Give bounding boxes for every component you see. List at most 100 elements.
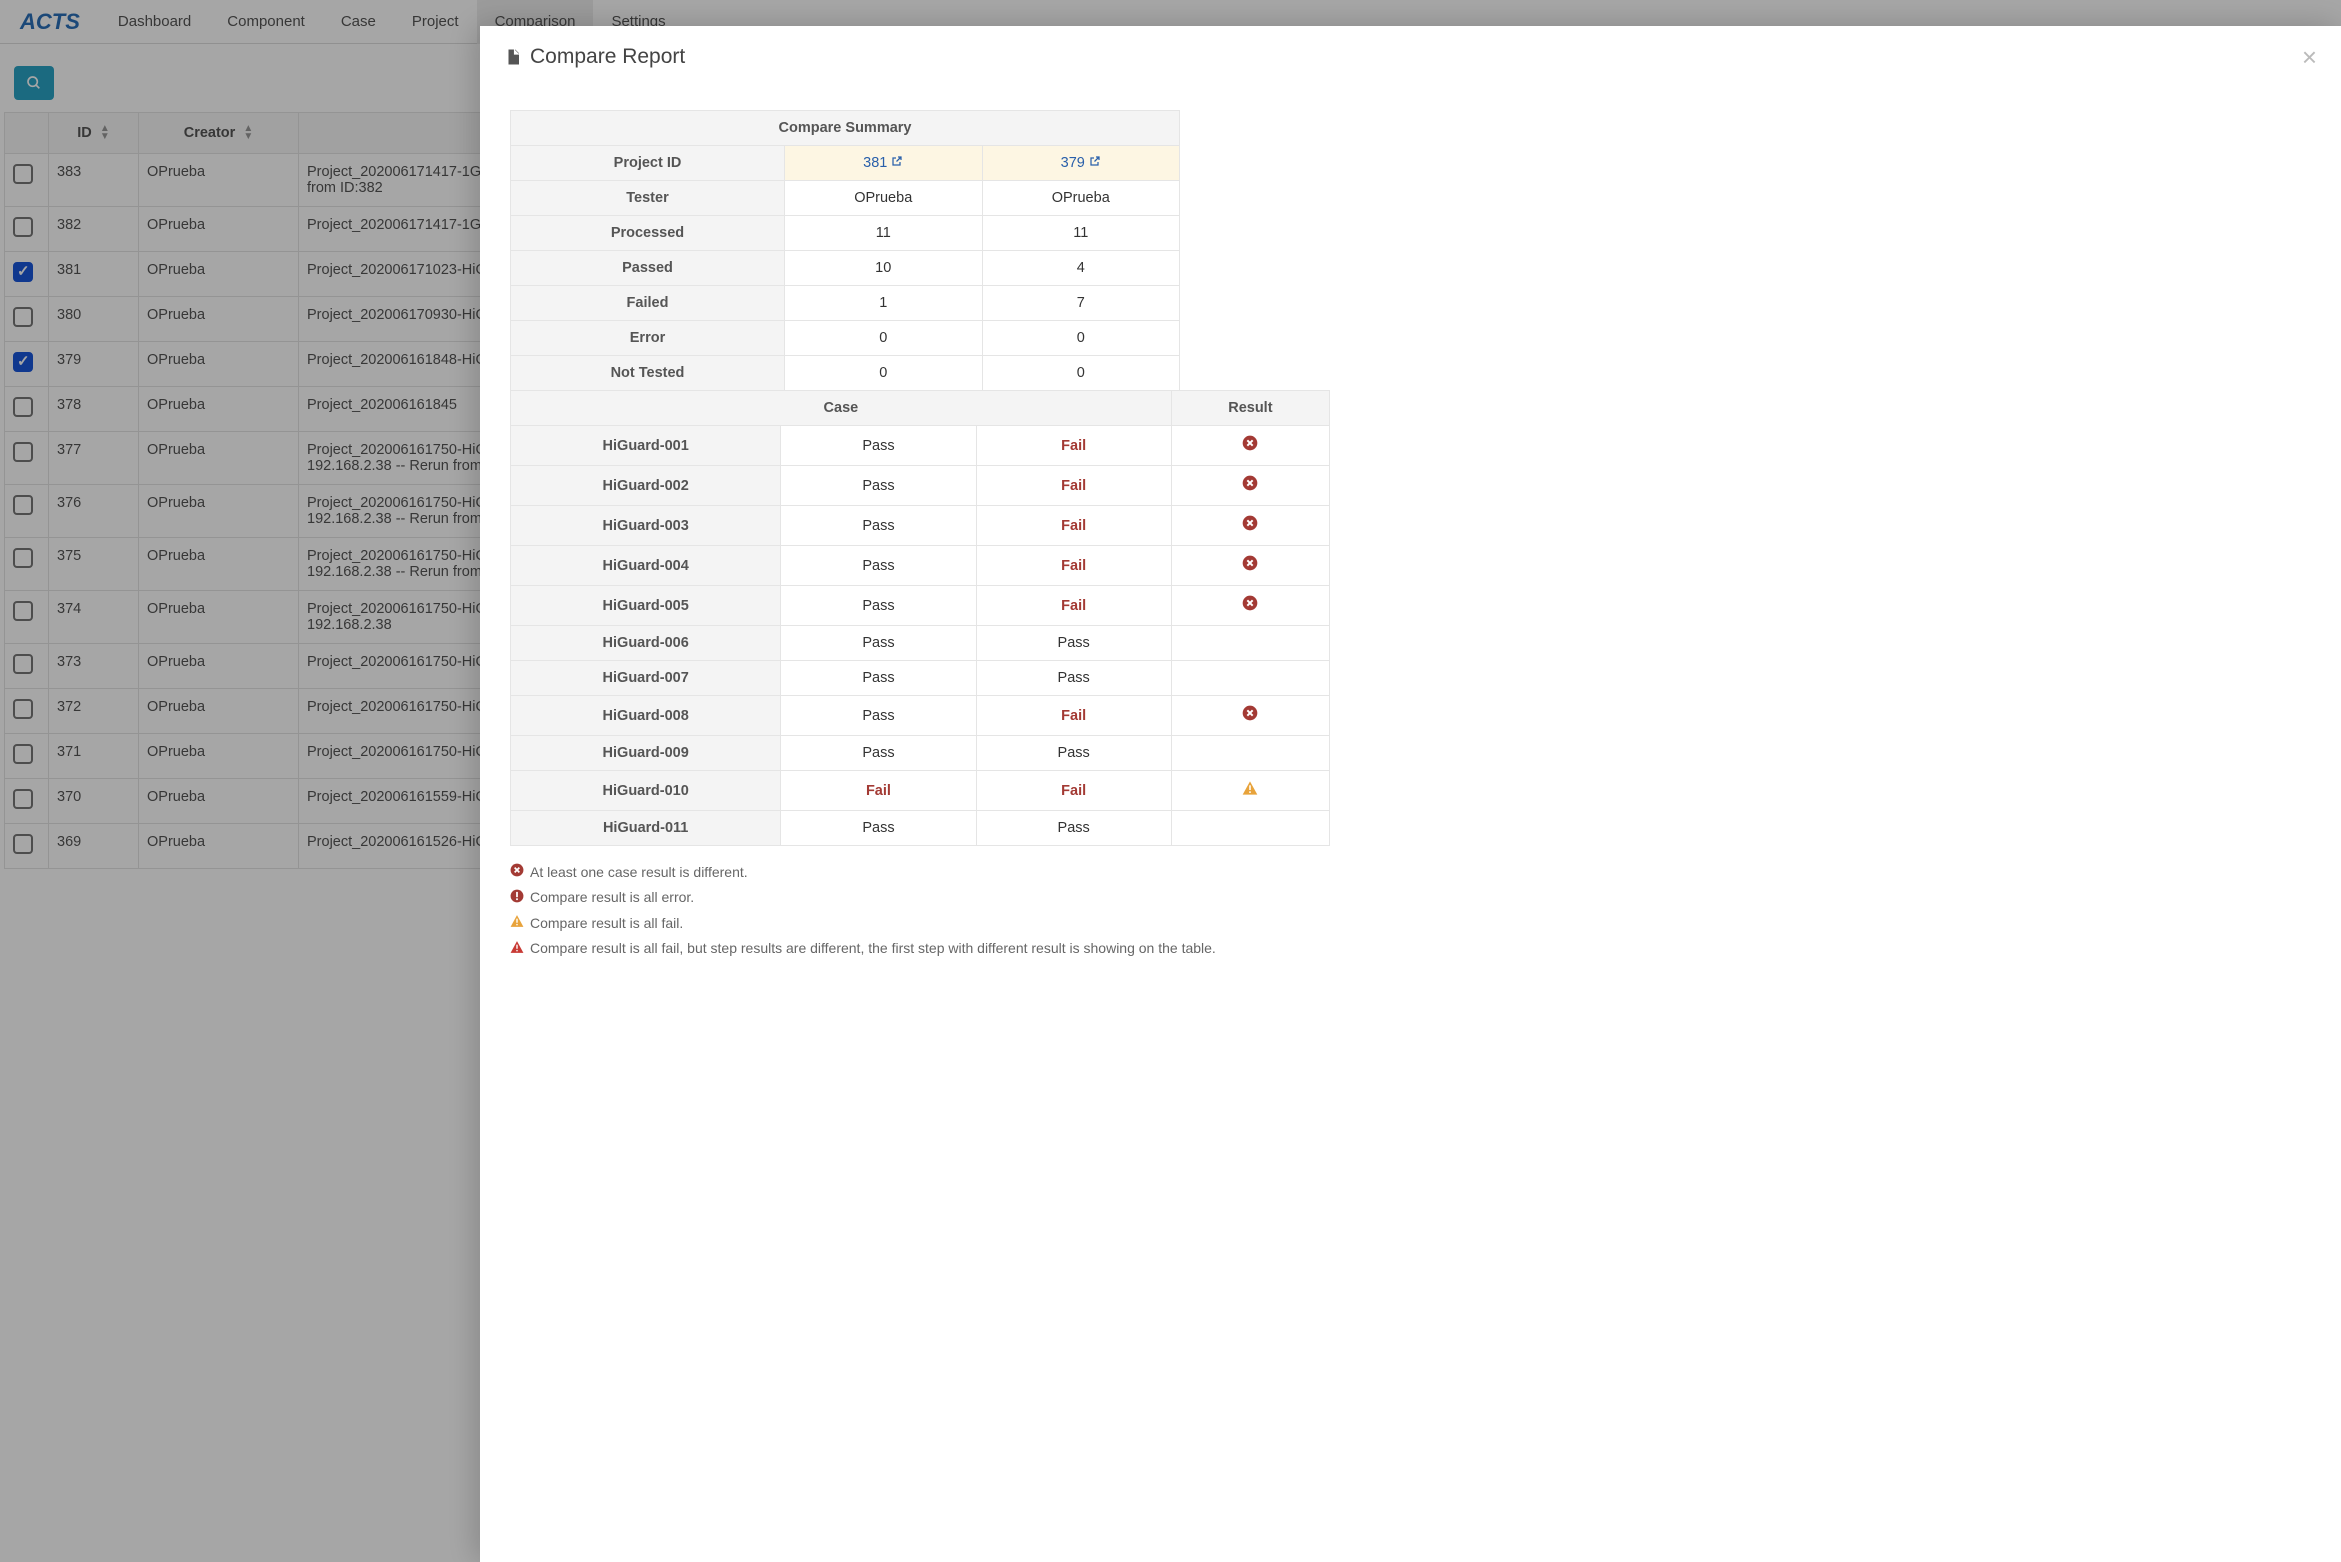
case-row: HiGuard-004PassFail	[511, 546, 1330, 586]
circle-x-icon	[1242, 436, 1258, 455]
summary-label: Tester	[511, 181, 785, 216]
triangle-warn-icon	[510, 911, 524, 937]
summary-val-b: 0	[982, 356, 1180, 391]
circle-x-icon	[1242, 516, 1258, 535]
legend-fail: Compare result is all fail.	[510, 911, 2317, 937]
summary-row: Passed104	[511, 251, 1180, 286]
summary-label: Not Tested	[511, 356, 785, 391]
legend-diff: At least one case result is different.	[510, 860, 2317, 886]
case-result-a: Pass	[781, 466, 976, 506]
case-row: HiGuard-007PassPass	[511, 661, 1330, 696]
summary-val-b[interactable]: 379	[982, 146, 1180, 181]
cases-result-header: Result	[1171, 391, 1329, 426]
summary-label: Project ID	[511, 146, 785, 181]
summary-label: Error	[511, 321, 785, 356]
case-name: HiGuard-001	[511, 426, 781, 466]
circle-x-icon	[510, 860, 524, 886]
summary-val-a: 0	[785, 321, 983, 356]
case-result-a: Pass	[781, 546, 976, 586]
case-result-b: Pass	[976, 736, 1171, 771]
case-result-b: Pass	[976, 811, 1171, 846]
summary-val-b: OPrueba	[982, 181, 1180, 216]
summary-row: Failed17	[511, 286, 1180, 321]
case-result-icon	[1171, 586, 1329, 626]
circle-x-icon	[1242, 706, 1258, 725]
case-result-b: Pass	[976, 626, 1171, 661]
circle-bang-icon	[510, 886, 524, 912]
cases-case-header: Case	[511, 391, 1172, 426]
case-result-icon	[1171, 771, 1329, 811]
triangle-warn-icon	[1242, 783, 1258, 800]
case-result-b: Fail	[976, 426, 1171, 466]
external-link-icon	[1089, 155, 1101, 171]
case-result-icon	[1171, 811, 1329, 846]
case-result-icon	[1171, 736, 1329, 771]
case-name: HiGuard-002	[511, 466, 781, 506]
case-result-icon	[1171, 466, 1329, 506]
external-link-icon	[891, 155, 903, 171]
cases-table: Case Result HiGuard-001PassFailHiGuard-0…	[510, 390, 1330, 846]
case-name: HiGuard-008	[511, 696, 781, 736]
close-button[interactable]: ×	[2302, 44, 2317, 70]
summary-label: Failed	[511, 286, 785, 321]
case-result-a: Pass	[781, 811, 976, 846]
summary-header: Compare Summary	[511, 111, 1180, 146]
summary-val-b: 0	[982, 321, 1180, 356]
case-result-icon	[1171, 546, 1329, 586]
summary-table: Compare Summary Project ID381379TesterOP…	[510, 110, 1180, 391]
case-row: HiGuard-011PassPass	[511, 811, 1330, 846]
case-result-b: Fail	[976, 771, 1171, 811]
case-result-b: Fail	[976, 506, 1171, 546]
compare-report-modal: Compare Report × Compare Summary Project…	[480, 26, 2341, 1562]
case-row: HiGuard-009PassPass	[511, 736, 1330, 771]
case-name: HiGuard-011	[511, 811, 781, 846]
triangle-warn-red-icon	[510, 937, 524, 963]
summary-val-a: OPrueba	[785, 181, 983, 216]
summary-row: Not Tested00	[511, 356, 1180, 391]
case-name: HiGuard-004	[511, 546, 781, 586]
modal-body: Compare Summary Project ID381379TesterOP…	[504, 82, 2317, 962]
case-result-icon	[1171, 626, 1329, 661]
summary-val-a: 0	[785, 356, 983, 391]
case-result-icon	[1171, 506, 1329, 546]
circle-x-icon	[1242, 596, 1258, 615]
legend-error: Compare result is all error.	[510, 886, 2317, 912]
case-name: HiGuard-005	[511, 586, 781, 626]
summary-label: Processed	[511, 216, 785, 251]
case-result-a: Pass	[781, 661, 976, 696]
case-result-a: Pass	[781, 426, 976, 466]
case-result-icon	[1171, 696, 1329, 736]
summary-val-a[interactable]: 381	[785, 146, 983, 181]
case-result-icon	[1171, 426, 1329, 466]
summary-row: Processed1111	[511, 216, 1180, 251]
legend: At least one case result is different. C…	[504, 860, 2317, 962]
summary-val-a: 11	[785, 216, 983, 251]
case-result-a: Pass	[781, 506, 976, 546]
case-name: HiGuard-007	[511, 661, 781, 696]
case-row: HiGuard-003PassFail	[511, 506, 1330, 546]
case-result-a: Fail	[781, 771, 976, 811]
summary-val-b: 7	[982, 286, 1180, 321]
summary-val-a: 1	[785, 286, 983, 321]
summary-label: Passed	[511, 251, 785, 286]
circle-x-icon	[1242, 556, 1258, 575]
case-row: HiGuard-005PassFail	[511, 586, 1330, 626]
file-icon	[504, 48, 522, 66]
case-result-a: Pass	[781, 626, 976, 661]
modal-header: Compare Report ×	[504, 44, 2317, 82]
case-name: HiGuard-006	[511, 626, 781, 661]
case-result-b: Fail	[976, 696, 1171, 736]
case-name: HiGuard-003	[511, 506, 781, 546]
summary-row: Project ID381379	[511, 146, 1180, 181]
summary-row: Error00	[511, 321, 1180, 356]
case-result-a: Pass	[781, 736, 976, 771]
case-result-a: Pass	[781, 696, 976, 736]
case-result-b: Fail	[976, 546, 1171, 586]
modal-title: Compare Report	[504, 45, 685, 69]
case-result-b: Fail	[976, 466, 1171, 506]
case-result-icon	[1171, 661, 1329, 696]
circle-x-icon	[1242, 476, 1258, 495]
case-name: HiGuard-010	[511, 771, 781, 811]
summary-val-a: 10	[785, 251, 983, 286]
case-row: HiGuard-002PassFail	[511, 466, 1330, 506]
